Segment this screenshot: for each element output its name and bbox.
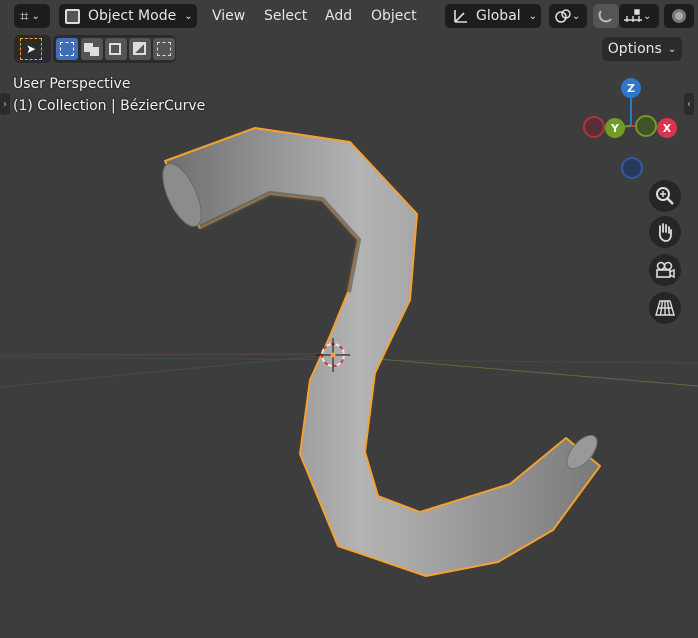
active-tool-area: ➤ [14, 35, 51, 63]
menu-object[interactable]: Object [371, 6, 417, 26]
z-axis-label: Z [627, 81, 635, 95]
select-set-button[interactable] [56, 38, 78, 60]
zoom-icon [656, 187, 674, 205]
chevron-down-icon: ⌄ [184, 10, 193, 22]
chevron-down-icon: ⌄ [572, 10, 581, 22]
view-name: User Perspective [13, 76, 131, 92]
x-axis-line [329, 354, 698, 387]
chevron-down-icon: ⌄ [528, 10, 538, 22]
chevron-down-icon: ⌄ [31, 10, 40, 22]
toolbar-expand-toggle[interactable]: › [0, 93, 10, 115]
object-mode-dropdown[interactable]: Object Mode ⌄ [59, 4, 197, 28]
transform-orientation-icon [454, 10, 467, 23]
select-tool-button[interactable]: ➤ [20, 38, 42, 60]
x-axis-label: X [662, 121, 672, 135]
perspective-toggle-button[interactable] [649, 292, 681, 324]
options-label: Options [607, 41, 662, 57]
chevron-right-icon: › [3, 98, 7, 110]
transform-orientation-dropdown[interactable]: Global ⌄ [445, 4, 541, 28]
chevron-down-icon: ⌄ [643, 10, 652, 22]
select-extend-icon-part [90, 47, 99, 56]
gizmo-y-axis[interactable]: Y [605, 118, 625, 138]
gizmo-neg-y-axis[interactable] [635, 115, 657, 137]
select-intersect-button[interactable] [153, 38, 175, 60]
3d-viewport[interactable]: ⌗ ⌄ Object Mode ⌄ View Select Add Object… [0, 0, 698, 638]
gizmo-neg-z-axis[interactable] [621, 157, 643, 179]
chevron-down-icon: ⌄ [667, 43, 677, 55]
collection-info: (1) Collection | BézierCurve [13, 98, 206, 114]
select-set-icon [60, 42, 74, 56]
gizmo-x-axis[interactable]: X [657, 118, 677, 138]
gizmo-z-axis[interactable]: Z [621, 78, 641, 98]
select-subtract-button[interactable] [105, 38, 127, 60]
snap-icon [555, 9, 571, 23]
pan-hand-icon [658, 223, 672, 242]
zoom-button[interactable] [649, 180, 681, 212]
pivot-point-dropdown[interactable]: ⌄ [549, 4, 587, 28]
overlay-toggle[interactable] [664, 4, 694, 28]
select-invert-button[interactable] [129, 38, 151, 60]
select-intersect-icon [157, 42, 171, 56]
grid-view-icon [655, 300, 675, 316]
tool-icon: ⌗ [20, 7, 29, 25]
snap-target-dropdown[interactable]: ⌄ [619, 4, 659, 28]
camera-icon [656, 261, 675, 279]
select-cursor-icon: ➤ [25, 42, 37, 56]
menu-view[interactable]: View [212, 6, 245, 26]
select-invert-icon [133, 42, 146, 55]
gizmo-neg-x-axis[interactable] [583, 116, 605, 138]
menu-select[interactable]: Select [264, 6, 307, 26]
object-mode-icon [65, 8, 80, 24]
select-subtract-icon [109, 43, 121, 55]
tool-settings-button[interactable]: ⌗ ⌄ [14, 4, 50, 28]
pan-button[interactable] [649, 216, 681, 248]
overlay-icon [672, 9, 686, 23]
magnet-icon [598, 10, 612, 23]
menu-add[interactable]: Add [325, 6, 352, 26]
snap-toggle[interactable] [593, 4, 619, 28]
grid-line [0, 354, 331, 388]
options-dropdown[interactable]: Options ⌄ [602, 37, 682, 61]
selection-mode-bar [53, 35, 176, 63]
bezier-curve-object[interactable] [164, 127, 601, 577]
proportional-edit-icon [624, 9, 642, 22]
camera-view-button[interactable] [649, 254, 681, 286]
orientation-label: Global [476, 8, 521, 24]
viewport-header: ⌗ ⌄ Object Mode ⌄ View Select Add Object… [0, 0, 698, 32]
select-extend-button[interactable] [81, 38, 103, 60]
y-axis-line [0, 353, 331, 356]
object-mode-label: Object Mode [88, 8, 177, 24]
y-axis-label: Y [611, 121, 619, 135]
